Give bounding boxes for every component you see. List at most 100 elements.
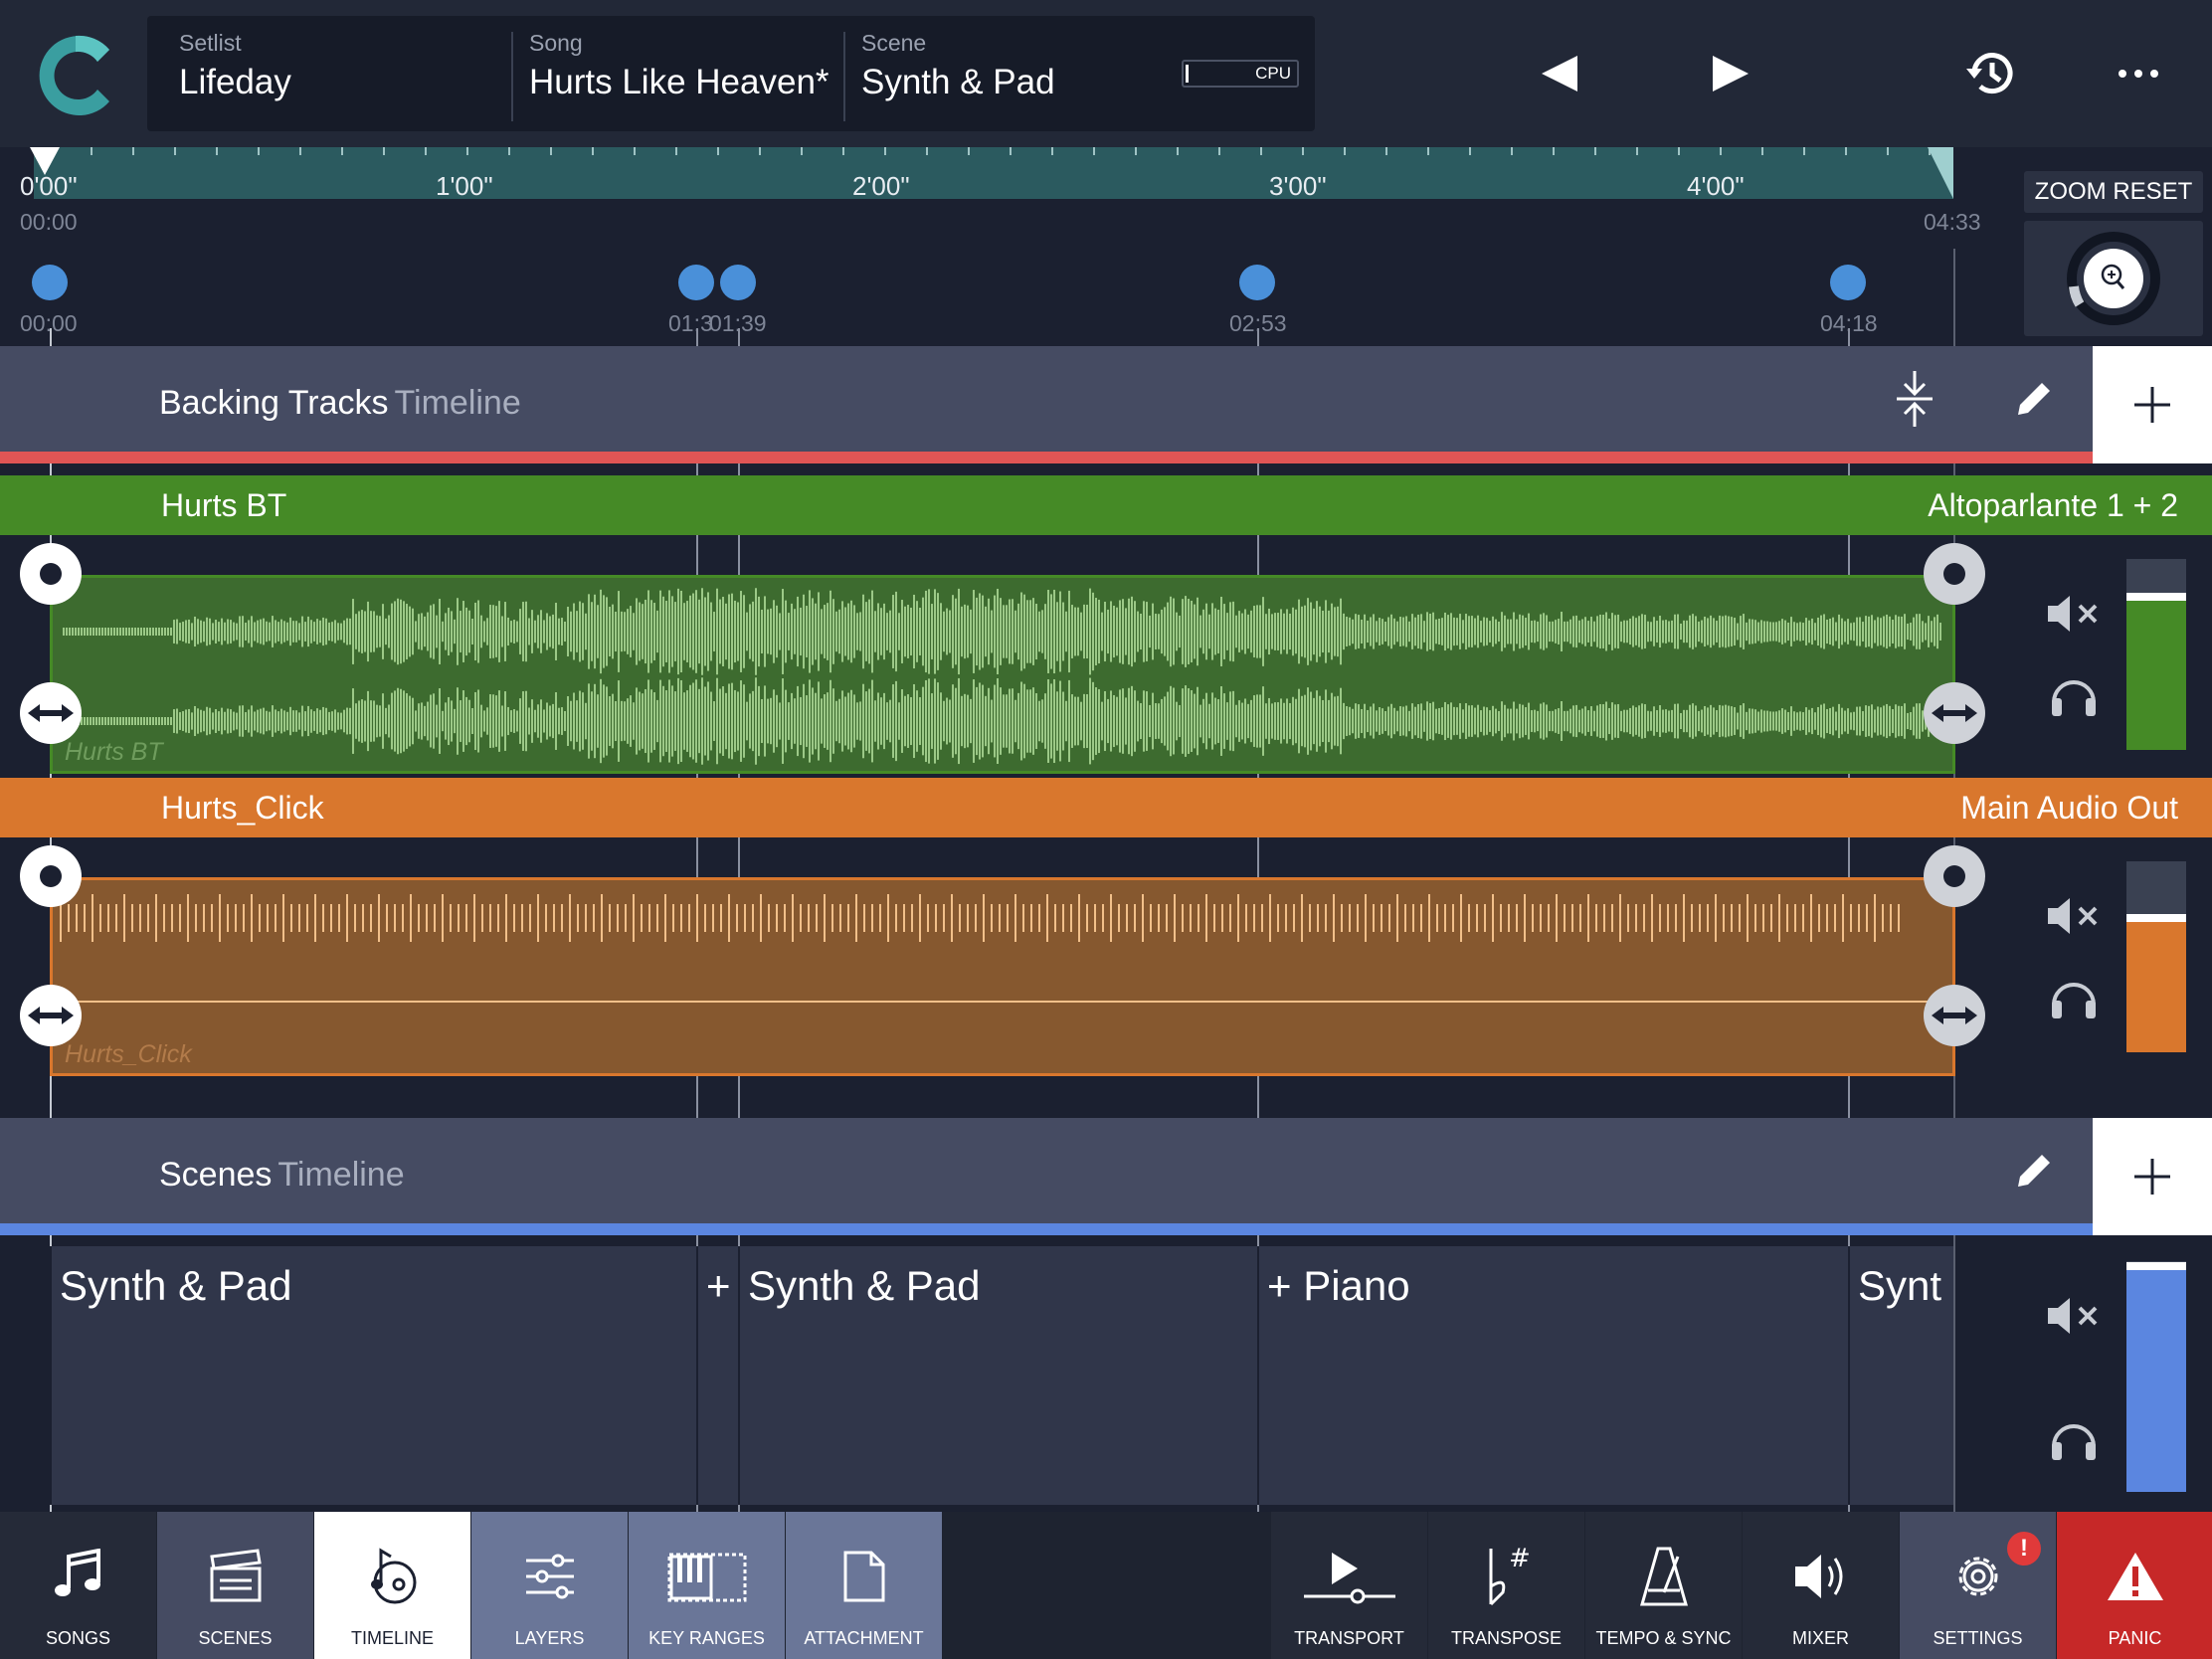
scene-marker[interactable] xyxy=(678,265,714,300)
edit-scenes-button[interactable] xyxy=(1999,1136,2069,1205)
nav-key-ranges[interactable]: KEY RANGES xyxy=(629,1512,785,1659)
clip-end-handle[interactable] xyxy=(1924,543,1985,605)
play-icon xyxy=(1713,56,1749,92)
nav-label: TIMELINE xyxy=(350,1628,434,1648)
add-track-button[interactable] xyxy=(2093,346,2212,463)
nav-tempo-sync[interactable]: TEMPO & SYNC xyxy=(1585,1512,1742,1659)
mute-icon xyxy=(2048,1298,2098,1334)
speaker-icon xyxy=(1794,1555,1842,1598)
nav-panic[interactable]: PANIC xyxy=(2057,1512,2212,1659)
scenes-subtitle: Timeline xyxy=(277,1156,405,1194)
collapse-button[interactable] xyxy=(1880,364,1949,434)
nav-attachment[interactable]: ATTACHMENT xyxy=(786,1512,942,1659)
clip-label: Hurts BT xyxy=(65,738,163,766)
clapperboard-icon xyxy=(209,1549,262,1602)
setlist-label: Setlist xyxy=(179,30,242,56)
nav-label: SONGS xyxy=(45,1628,110,1648)
top-bar: Setlist Lifeday Song Hurts Like Heaven* … xyxy=(0,0,2212,147)
nav-settings[interactable]: ! SETTINGS xyxy=(1900,1512,2056,1659)
clip-start-handle[interactable] xyxy=(20,845,82,907)
nav-songs[interactable]: SONGS xyxy=(0,1512,156,1659)
meter-fill xyxy=(2126,922,2186,1052)
track-header-hurts-click[interactable]: Hurts_Click Main Audio Out xyxy=(0,778,2212,837)
app-logo[interactable] xyxy=(30,30,121,121)
marker-time: 01:3 xyxy=(668,310,713,336)
scene-name: Synth & Pad xyxy=(748,1262,981,1309)
timeline-ruler[interactable]: 0'00" 1'00" 2'00" 3'00" 4'00" 00:00 04:3… xyxy=(0,147,2212,346)
nav-label: LAYERS xyxy=(514,1628,585,1648)
marker-time: 00:00 xyxy=(20,310,78,336)
setlist-info[interactable]: Setlist Lifeday xyxy=(179,30,291,102)
scene-block[interactable]: + xyxy=(696,1246,738,1505)
previous-button[interactable] xyxy=(1520,36,1599,111)
volume-meter[interactable] xyxy=(2126,559,2186,750)
meter-cap[interactable] xyxy=(2126,593,2186,601)
clip-trim-handle[interactable] xyxy=(20,682,82,744)
clip-start-handle[interactable] xyxy=(20,543,82,605)
mute-button[interactable] xyxy=(2039,1281,2109,1351)
zoom-dial[interactable] xyxy=(2024,221,2203,336)
history-icon xyxy=(1966,53,2013,94)
nav-label: ATTACHMENT xyxy=(804,1628,924,1648)
mute-icon xyxy=(2048,898,2098,934)
audio-clip-hurts-bt[interactable]: Hurts BT xyxy=(50,575,1955,774)
scene-block[interactable]: + Piano xyxy=(1257,1246,1848,1505)
volume-meter[interactable] xyxy=(2126,1261,2186,1492)
more-button[interactable] xyxy=(2099,36,2178,111)
meter-cap[interactable] xyxy=(2126,914,2186,922)
edit-backing-button[interactable] xyxy=(1999,364,2069,434)
section-title: Backing Tracks Timeline xyxy=(159,384,521,423)
track-output[interactable]: Altoparlante 1 + 2 xyxy=(1928,487,2178,524)
mute-button[interactable] xyxy=(2039,579,2109,648)
scene-marker[interactable] xyxy=(720,265,756,300)
solo-headphones-button[interactable] xyxy=(2039,658,2109,728)
nav-transport[interactable]: TRANSPORT xyxy=(1271,1512,1427,1659)
history-button[interactable] xyxy=(1951,36,2031,111)
nav-scenes[interactable]: SCENES xyxy=(157,1512,313,1659)
nav-transpose[interactable]: # TRANSPOSE xyxy=(1428,1512,1584,1659)
collapse-icon xyxy=(1897,371,1933,427)
song-info[interactable]: Song Hurts Like Heaven* xyxy=(529,30,830,102)
nav-label: PANIC xyxy=(2108,1628,2162,1648)
scene-marker[interactable] xyxy=(1830,265,1866,300)
svg-text:#: # xyxy=(1509,1545,1531,1573)
nav-timeline[interactable]: TIMELINE xyxy=(314,1512,470,1659)
track-header-hurts-bt[interactable]: Hurts BT Altoparlante 1 + 2 xyxy=(0,475,2212,535)
ruler-label: 4'00" xyxy=(1687,171,1745,201)
scene-marker[interactable] xyxy=(32,265,68,300)
scene-info[interactable]: Scene Synth & Pad xyxy=(861,30,1055,102)
clip-trim-handle[interactable] xyxy=(1924,985,1985,1046)
meter-cap[interactable] xyxy=(2126,1262,2186,1270)
headphones-icon xyxy=(2052,983,2096,1018)
solo-headphones-button[interactable] xyxy=(2039,1402,2109,1472)
scene-label: Scene xyxy=(861,30,927,56)
scenes-title: Scenes xyxy=(159,1156,273,1194)
solo-headphones-button[interactable] xyxy=(2039,961,2109,1030)
cpu-meter: CPU xyxy=(1182,60,1299,88)
volume-meter[interactable] xyxy=(2126,861,2186,1052)
add-scene-button[interactable] xyxy=(2093,1118,2212,1235)
clip-trim-handle[interactable] xyxy=(1924,682,1985,744)
clip-trim-handle[interactable] xyxy=(20,985,82,1046)
audio-clip-hurts-click[interactable]: Hurts_Click xyxy=(50,877,1955,1076)
scene-block[interactable]: Synt xyxy=(1848,1246,1953,1505)
nav-mixer[interactable]: MIXER xyxy=(1743,1512,1899,1659)
song-info-panel[interactable]: Setlist Lifeday Song Hurts Like Heaven* … xyxy=(147,16,1315,131)
plus-icon xyxy=(2134,387,2170,423)
nav-layers[interactable]: LAYERS xyxy=(471,1512,628,1659)
scene-block[interactable]: Synth & Pad xyxy=(738,1246,1257,1505)
song-value: Hurts Like Heaven* xyxy=(529,63,830,101)
scene-name: Synt xyxy=(1858,1262,1942,1309)
scene-marker[interactable] xyxy=(1239,265,1275,300)
play-button[interactable] xyxy=(1691,36,1770,111)
end-marker-icon[interactable] xyxy=(1928,147,1955,199)
track-output[interactable]: Main Audio Out xyxy=(1960,790,2178,827)
scenes-header: Scenes Timeline xyxy=(0,1118,2093,1223)
ruler-label: 1'00" xyxy=(436,171,493,201)
zoom-reset-button[interactable]: ZOOM RESET xyxy=(2024,171,2203,213)
scene-block[interactable]: Synth & Pad xyxy=(50,1246,696,1505)
plus-icon xyxy=(2134,1159,2170,1195)
mute-button[interactable] xyxy=(2039,881,2109,951)
clip-end-handle[interactable] xyxy=(1924,845,1985,907)
end-time: 04:33 xyxy=(1924,209,1981,235)
